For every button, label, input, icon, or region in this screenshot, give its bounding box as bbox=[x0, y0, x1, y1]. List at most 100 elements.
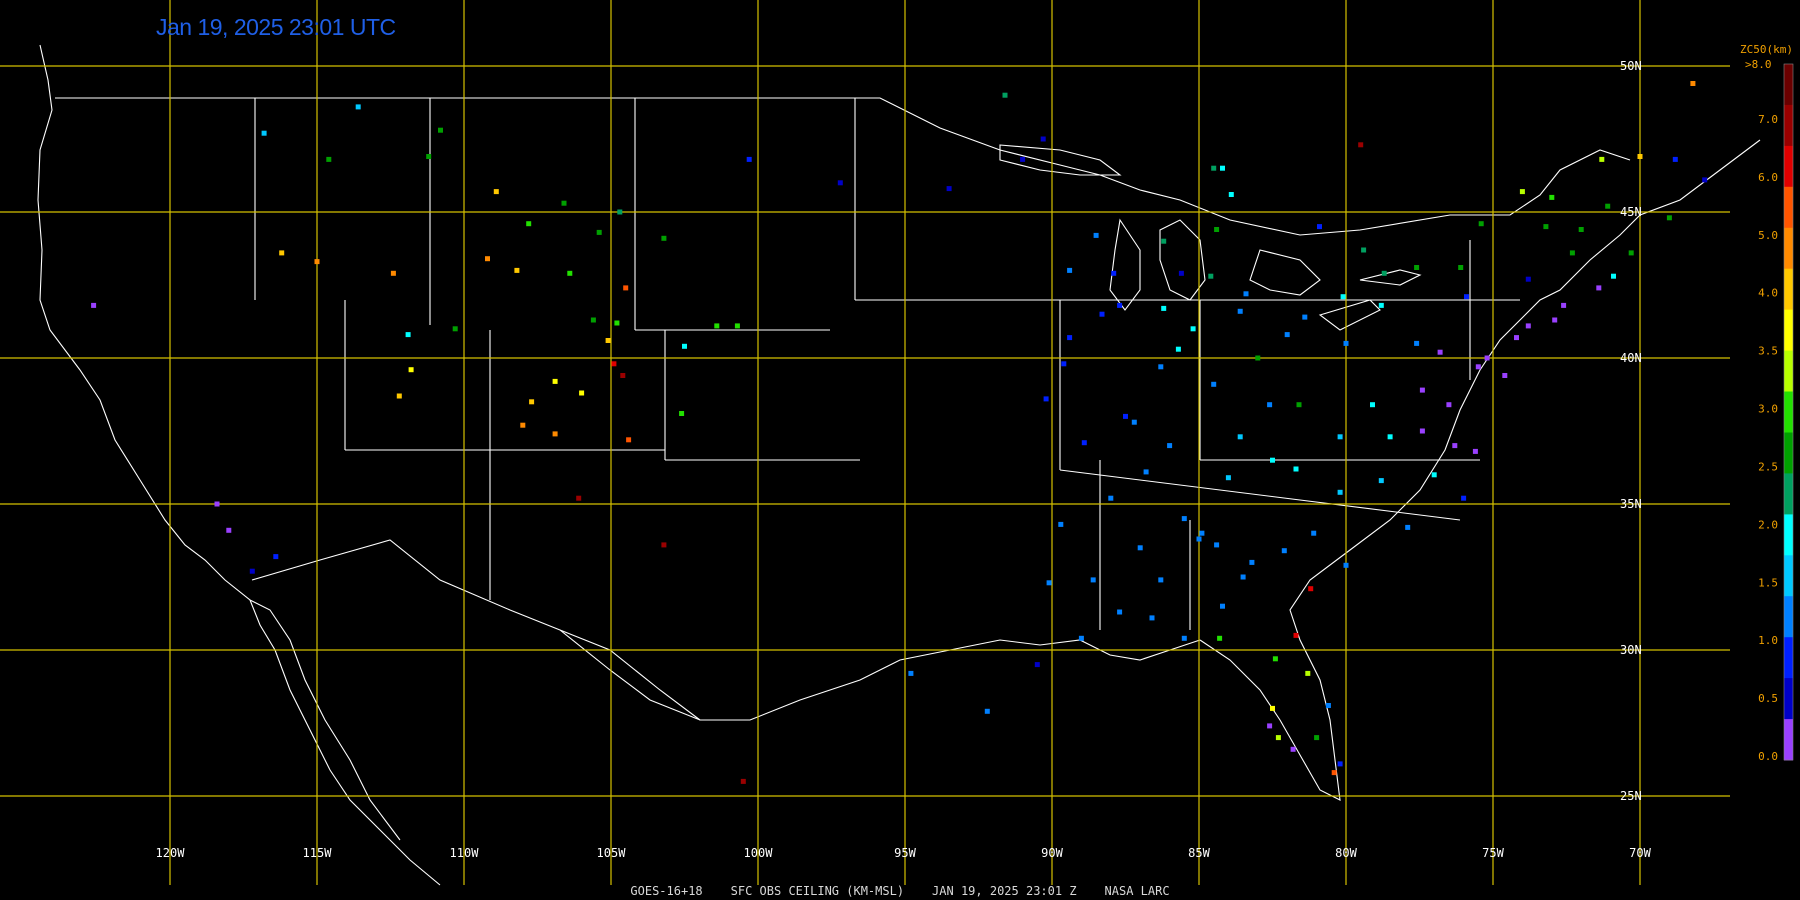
observation-marker bbox=[1040, 136, 1046, 142]
observation-marker bbox=[682, 343, 687, 349]
observation-marker bbox=[579, 390, 585, 396]
observation-marker bbox=[611, 361, 617, 367]
lon-label: 95W bbox=[894, 846, 916, 860]
observation-marker bbox=[1067, 335, 1073, 341]
observation-marker bbox=[1143, 469, 1149, 475]
colorbar-segment bbox=[1784, 473, 1793, 515]
observation-marker bbox=[1217, 635, 1223, 641]
observation-marker bbox=[1569, 250, 1575, 256]
colorbar-segment bbox=[1784, 637, 1793, 679]
observation-marker bbox=[1267, 723, 1273, 729]
observation-marker bbox=[1199, 530, 1205, 536]
observation-marker bbox=[1475, 364, 1481, 370]
lon-label: 115W bbox=[303, 846, 333, 860]
colorbar-tick-label: 3.5 bbox=[1758, 345, 1778, 358]
observation-marker bbox=[326, 156, 332, 162]
colorbar-tick-label: 6.0 bbox=[1758, 171, 1778, 184]
observation-marker bbox=[1419, 428, 1425, 434]
observation-marker bbox=[1514, 335, 1519, 341]
colorbar-top-label: >8.0 bbox=[1745, 58, 1772, 71]
observation-marker bbox=[837, 180, 843, 186]
observation-marker bbox=[1578, 227, 1584, 232]
observation-marker bbox=[552, 378, 558, 384]
lat-label: 50N bbox=[1620, 59, 1642, 73]
observation-marker bbox=[1158, 364, 1164, 370]
colorbar-segment bbox=[1784, 104, 1793, 147]
observation-marker bbox=[279, 250, 285, 256]
observation-marker bbox=[1599, 156, 1605, 162]
observation-marker bbox=[1211, 165, 1217, 171]
observation-marker bbox=[1302, 314, 1308, 320]
footer-source: NASA LARC bbox=[1104, 884, 1170, 898]
colorbar-segment bbox=[1784, 678, 1793, 720]
observation-marker bbox=[1158, 577, 1164, 583]
observation-marker bbox=[1296, 402, 1302, 408]
observation-marker bbox=[552, 431, 558, 437]
observation-marker bbox=[1337, 761, 1343, 767]
observation-marker bbox=[1405, 524, 1411, 530]
observation-marker bbox=[1149, 615, 1155, 621]
observation-marker bbox=[1361, 247, 1367, 253]
observation-marker bbox=[1081, 440, 1087, 446]
colorbar-tick-label: 1.5 bbox=[1758, 576, 1778, 589]
observation-marker bbox=[1464, 294, 1469, 300]
lon-label: 100W bbox=[744, 846, 774, 860]
observation-marker bbox=[1123, 413, 1128, 419]
observation-marker bbox=[1090, 577, 1096, 583]
observation-marker bbox=[1240, 574, 1246, 580]
observation-marker bbox=[1190, 326, 1196, 332]
observation-marker bbox=[1317, 224, 1322, 230]
observation-marker bbox=[1552, 317, 1558, 323]
colorbar-segment bbox=[1784, 268, 1793, 311]
observation-marker bbox=[1108, 495, 1114, 501]
observation-marker bbox=[984, 708, 990, 714]
observation-marker bbox=[1281, 548, 1287, 554]
observation-marker bbox=[1020, 156, 1026, 162]
colorbar-segment bbox=[1784, 391, 1793, 433]
observation-marker bbox=[1331, 770, 1337, 776]
footer-product: GOES-16+18 bbox=[630, 884, 703, 898]
map-canvas: 120W 115W 110W 105W 100W 95W 90W 85W 80W 75W 70W 50… bbox=[0, 0, 1800, 900]
lon-label: 70W bbox=[1629, 846, 1651, 860]
observation-marker bbox=[1446, 402, 1452, 408]
observation-marker bbox=[1637, 154, 1643, 159]
observation-marker bbox=[1243, 291, 1249, 297]
observation-marker bbox=[1078, 635, 1084, 641]
observation-marker bbox=[1337, 489, 1343, 495]
observation-marker bbox=[576, 495, 582, 501]
observation-marker bbox=[1211, 381, 1217, 387]
colorbar-segment bbox=[1784, 596, 1793, 638]
observation-marker bbox=[1387, 434, 1393, 440]
colorbar-tick-label: 1.0 bbox=[1758, 634, 1778, 647]
observation-marker bbox=[405, 332, 411, 338]
observation-marker bbox=[617, 209, 623, 215]
observation-marker bbox=[529, 399, 535, 405]
observation-marker bbox=[214, 501, 220, 507]
observation-marker bbox=[1596, 285, 1602, 291]
observation-marker bbox=[355, 104, 361, 110]
observation-marker bbox=[1478, 221, 1484, 227]
observation-marker bbox=[1270, 457, 1275, 463]
observation-marker bbox=[1178, 270, 1184, 276]
lon-label: 110W bbox=[450, 846, 480, 860]
lon-label: 120W bbox=[156, 846, 186, 860]
observation-marker bbox=[1272, 656, 1278, 662]
observation-marker bbox=[1093, 232, 1099, 238]
observation-marker bbox=[1293, 466, 1299, 472]
observation-marker bbox=[614, 320, 620, 326]
observation-marker bbox=[1358, 142, 1364, 148]
observation-marker bbox=[1458, 265, 1464, 270]
lon-label: 80W bbox=[1335, 846, 1357, 860]
observation-marker bbox=[1284, 332, 1290, 338]
observation-marker bbox=[746, 156, 752, 162]
observation-marker bbox=[1067, 267, 1073, 273]
observation-marker bbox=[1337, 434, 1343, 440]
observation-marker bbox=[1117, 609, 1123, 615]
observation-marker bbox=[1290, 746, 1296, 752]
observation-marker bbox=[734, 323, 740, 329]
observation-marker bbox=[1414, 265, 1420, 270]
observation-marker bbox=[1214, 542, 1220, 548]
observation-marker bbox=[426, 154, 432, 159]
observation-marker bbox=[438, 127, 443, 133]
observation-marker bbox=[1111, 270, 1117, 276]
